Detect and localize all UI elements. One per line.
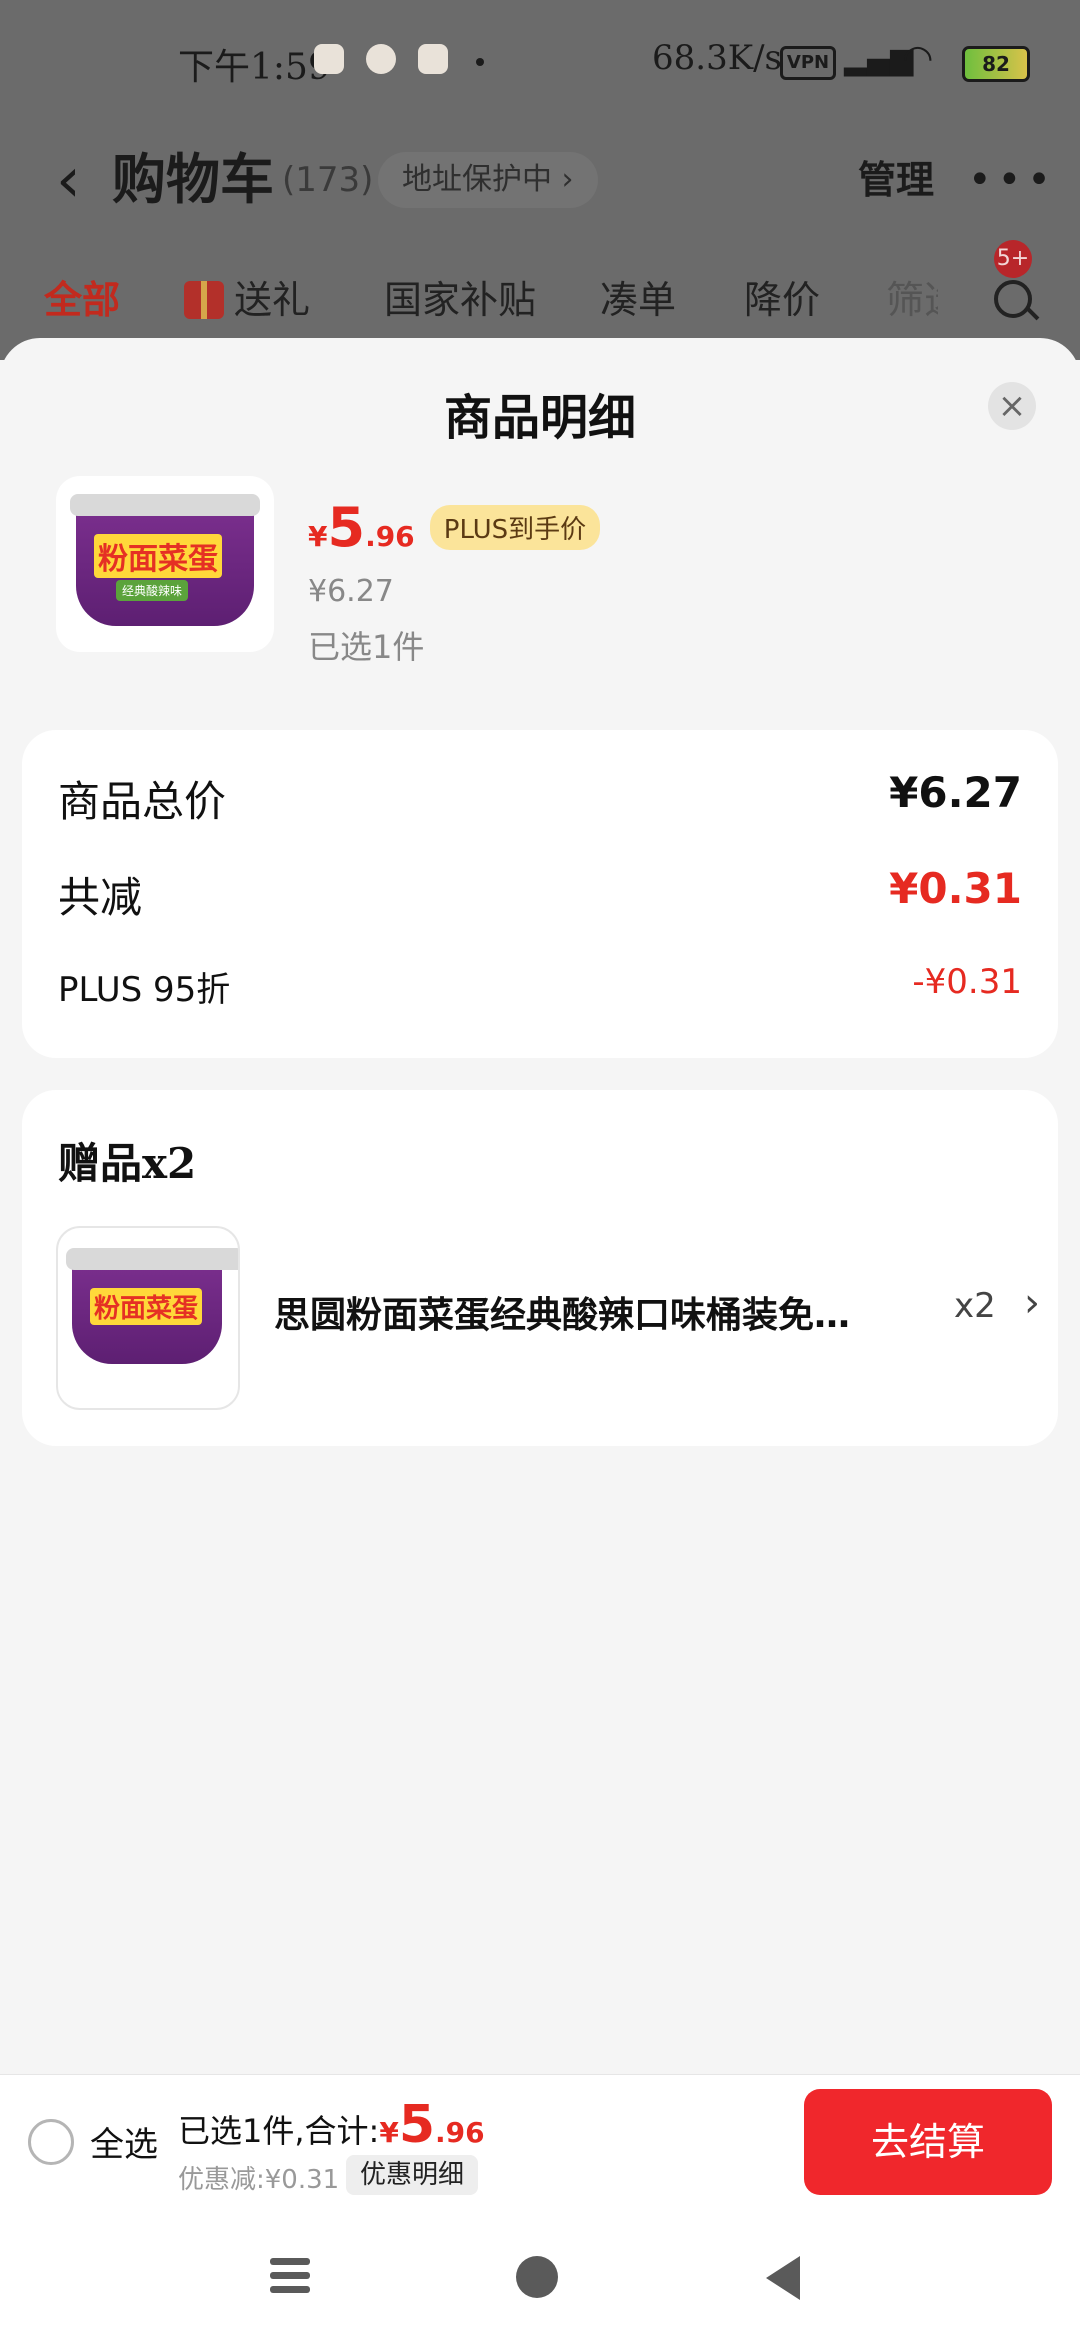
select-all-radio[interactable] (28, 2119, 74, 2165)
notes-notification-icon (314, 44, 344, 74)
battery-icon: 82 (962, 46, 1030, 82)
gift-image-brand: 粉面菜蛋 (90, 1288, 203, 1325)
total-price-row: 商品总价 ¥6.27 (58, 768, 1022, 828)
cart-header: ‹ 购物车 (173) 地址保护中 › 管理 ••• 5+ (0, 120, 1080, 278)
plus-price: ¥5.96 (308, 496, 415, 559)
plus-discount-row: PLUS 95折 -¥0.31 (58, 962, 1022, 1012)
more-icon[interactable]: ••• (968, 120, 1057, 240)
cat-notification-icon (418, 44, 448, 74)
page-title: 购物车 (112, 148, 274, 211)
select-all-label[interactable]: 全选 (90, 2117, 158, 2166)
background-page: 下午1:59 68.3K/s VPN ▂▄▆ ◠ 82 ‹ 购物车 (173) … (0, 0, 1080, 360)
total-prefix: 已选1件,合计: (178, 2112, 380, 2150)
gift-name[interactable]: 思圆粉面菜蛋经典酸辣口味桶装免… (274, 1286, 874, 1338)
product-item: 粉面菜蛋 经典酸辣味 ¥5.96 PLUS到手价 ¥6.27 已选1件 (56, 476, 956, 666)
plus-discount-label: PLUS 95折 (58, 970, 231, 1010)
gift-quantity: x2 (954, 1286, 996, 1326)
checkout-button[interactable]: 去结算 (804, 2089, 1052, 2195)
system-nav-bar (0, 2212, 1080, 2340)
gift-image[interactable]: 粉面菜蛋 (56, 1226, 240, 1410)
plus-discount-value: -¥0.31 (912, 962, 1022, 1002)
cart-count: (173) (282, 160, 374, 200)
product-image: 粉面菜蛋 经典酸辣味 (56, 476, 274, 652)
checkout-bar: 全选 已选1件,合计:¥5.96 优惠减:¥0.31 优惠明细 去结算 (0, 2074, 1080, 2213)
close-icon[interactable]: × (988, 382, 1036, 430)
gift-noodle-cup-image: 粉面菜蛋 (66, 1248, 238, 1364)
recent-apps-icon[interactable] (270, 2258, 310, 2294)
total-price-label: 商品总价 (58, 777, 227, 826)
tab-gift-label: 送礼 (234, 278, 311, 322)
search-icon[interactable] (994, 280, 1032, 318)
app-notification-icon (366, 44, 396, 74)
selected-count: 已选1件 (308, 628, 425, 666)
back-triangle-icon[interactable] (766, 2256, 800, 2300)
home-icon[interactable] (516, 2256, 558, 2298)
gifts-card: 赠品x2 粉面菜蛋 思圆粉面菜蛋经典酸辣口味桶装免… x2 › (22, 1090, 1058, 1446)
original-price: ¥6.27 (308, 574, 394, 609)
reduce-value: ¥0.31 (889, 864, 1022, 913)
sheet-title: 商品明细 (443, 390, 636, 446)
wifi-icon: ◠ (902, 38, 934, 79)
gifts-heading: 赠品x2 (58, 1139, 197, 1188)
gift-icon (184, 281, 224, 319)
noodle-cup-image: 粉面菜蛋 经典酸辣味 (70, 494, 260, 626)
total-price-value: ¥6.27 (889, 768, 1022, 817)
manage-button[interactable]: 管理 (858, 120, 934, 240)
price-row: ¥5.96 PLUS到手价 (308, 496, 601, 559)
price-summary-card: 商品总价 ¥6.27 共减 ¥0.31 PLUS 95折 -¥0.31 (22, 730, 1058, 1058)
plus-price-tag: PLUS到手价 (429, 505, 601, 550)
discount-text: 优惠减:¥0.31 (178, 2165, 340, 2195)
more-notifications-dot (476, 58, 484, 66)
product-image-brand: 粉面菜蛋 (94, 534, 222, 578)
status-bar: 下午1:59 68.3K/s VPN ▂▄▆ ◠ 82 (0, 0, 1080, 120)
vpn-icon: VPN (780, 46, 836, 80)
reduce-row: 共减 ¥0.31 (58, 864, 1022, 924)
product-image-sub: 经典酸辣味 (116, 580, 189, 601)
reduce-label: 共减 (58, 873, 143, 922)
status-time: 下午1:59 (178, 47, 331, 88)
product-detail-sheet: 商品明细 × 粉面菜蛋 经典酸辣味 ¥5.96 PLUS到手价 ¥6.27 已选… (0, 338, 1080, 2340)
chevron-right-icon[interactable]: › (1024, 1280, 1040, 1326)
network-speed: 68.3K/s (652, 38, 783, 78)
address-protect-chip[interactable]: 地址保护中 › (378, 152, 598, 208)
total-price: ¥5.96 (379, 2095, 485, 2155)
total-line: 已选1件,合计:¥5.96 (178, 2095, 485, 2155)
back-arrow-icon[interactable]: ‹ (56, 120, 81, 240)
discount-detail-button[interactable]: 优惠明细 (346, 2155, 479, 2195)
